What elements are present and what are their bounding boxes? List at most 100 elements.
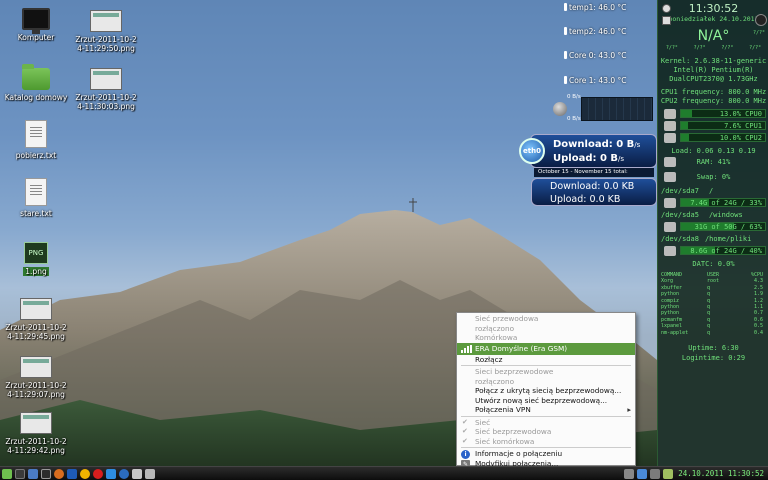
desktop-icon-label: stare.txt xyxy=(20,209,52,218)
menu-item-enable-wireless[interactable]: ✔ Sieć bezprzewodowa xyxy=(457,427,635,437)
menu-item-enable-mobile[interactable]: ✔ Sieć komórkowa xyxy=(457,437,635,447)
disk-bar: 7.4G of 24G / 33% xyxy=(680,198,766,207)
disk-usage: 8.6G of 24G / 40% xyxy=(690,247,762,255)
taskbar-clock[interactable]: 24.10.2011 11:30:52 xyxy=(678,468,764,480)
show-desktop-icon[interactable] xyxy=(15,469,25,479)
forecast-day: ?/?° xyxy=(665,45,678,51)
speed-down-label: 0 B/s xyxy=(567,94,581,100)
weather-temp: N/A° xyxy=(697,28,730,44)
cpu1-frequency: CPU1 frequency: 800.0 MHz xyxy=(660,88,767,96)
tray-icon[interactable] xyxy=(663,469,673,479)
desktop-icon-1png[interactable]: PNG 1.png xyxy=(0,242,72,276)
submenu-arrow-icon: ▸ xyxy=(627,405,631,414)
text-file-icon xyxy=(25,178,47,206)
disk-device: /dev/sda5 xyxy=(661,211,699,219)
thermometer-icon xyxy=(564,76,567,84)
core1-readout: Core 1: 43.0 °C xyxy=(564,76,627,85)
cpu1-value: 7.6% CPU1 xyxy=(724,122,762,130)
writer-icon[interactable] xyxy=(67,469,77,479)
desktop-icon-computer[interactable]: Komputer xyxy=(0,8,72,42)
forecast-day: ?/?° xyxy=(749,45,762,51)
disk-usage: 31G of 50G / 63% xyxy=(694,223,762,231)
chromium-icon[interactable] xyxy=(119,469,129,479)
opera-icon[interactable] xyxy=(93,469,103,479)
hard-drive-icon xyxy=(664,198,676,208)
start-menu-icon[interactable] xyxy=(2,469,12,479)
desktop-icon-label: Zrzut-2011-10-2 4-11:29:42.png xyxy=(5,437,67,455)
hard-drive-icon xyxy=(664,222,676,232)
image-thumbnail-icon xyxy=(20,356,52,378)
tools-icon[interactable] xyxy=(145,469,155,479)
kernel-info: Kernel: 2.6.38-11-generic xyxy=(660,57,767,65)
monitor-icon xyxy=(22,8,50,34)
chip-icon xyxy=(664,109,676,119)
checkmark-icon: ✔ xyxy=(462,436,468,445)
uptime: Uptime: 6:30 xyxy=(688,344,739,352)
enable-wireless-label: Sieć bezprzewodowa xyxy=(475,427,552,436)
image-thumbnail-icon xyxy=(20,412,52,434)
desktop-icon-screenshot-1[interactable]: Zrzut-2011-10-2 4-11:29:50.png xyxy=(70,10,142,53)
network-speed-widget: 0 B/s 0 B/s xyxy=(553,94,655,124)
battery-icon[interactable] xyxy=(624,469,634,479)
vpn-label: Połączenia VPN xyxy=(475,405,531,414)
wired-header: Sieć przewodowa xyxy=(475,314,539,323)
hard-drive-icon xyxy=(664,246,676,256)
conky-time: 11:30:52 xyxy=(688,2,739,15)
menu-item-hidden-wifi[interactable]: Połącz z ukrytą siecią bezprzewodową... xyxy=(457,386,635,396)
forecast-day: ?/?° xyxy=(721,45,734,51)
file-manager-icon[interactable] xyxy=(28,469,38,479)
terminal-icon[interactable] xyxy=(41,469,51,479)
desktop-icon-pobierz[interactable]: pobierz.txt xyxy=(0,120,72,160)
disk-mount: /home/pliki xyxy=(704,235,752,243)
network-tray-icon[interactable] xyxy=(637,469,647,479)
checkmark-icon: ✔ xyxy=(462,427,468,435)
process-list: COMMAND USER %CPU Xorg root 4.3 xbuffer q 2.5 … xyxy=(661,272,767,336)
cpu2-bar: 10.0% CPU2 xyxy=(680,133,766,142)
desktop-icon-label: Zrzut-2011-10-2 4-11:30:03.png xyxy=(75,93,137,111)
total-upload: Upload: 0.0 KB xyxy=(550,194,621,205)
eth0-badge: eth0 xyxy=(519,138,545,164)
menu-item-enable-network[interactable]: ✔ Sieć xyxy=(457,418,635,428)
taskbar: 24.10.2011 11:30:52 xyxy=(0,466,768,480)
chip-icon xyxy=(664,121,676,131)
desktop-icon-stare[interactable]: stare.txt xyxy=(0,178,72,218)
checkmark-icon: ✔ xyxy=(462,417,468,426)
menu-item-era-connection[interactable]: ERA Domyślne (Era GSM) xyxy=(457,342,635,355)
mobile-header: Komórkowa xyxy=(475,333,518,342)
wireless-status: rozłączono xyxy=(475,376,515,386)
desktop-icon-label: pobierz.txt xyxy=(15,151,57,160)
settings-icon[interactable] xyxy=(132,469,142,479)
desktop-icon-label: 1.png xyxy=(23,267,49,276)
thermometer-icon xyxy=(564,51,567,59)
speed-graph xyxy=(581,97,653,121)
volume-icon[interactable] xyxy=(650,469,660,479)
desktop-icon-screenshot-4[interactable]: Zrzut-2011-10-2 4-11:29:07.png xyxy=(0,356,72,399)
desktop-icon-label: Zrzut-2011-10-2 4-11:29:07.png xyxy=(5,381,67,399)
desktop-icon-label: Katalog domowy xyxy=(4,93,68,102)
menu-item-new-wifi[interactable]: Utwórz nową sieć bezprzewodową... xyxy=(457,396,635,406)
skype-icon[interactable] xyxy=(106,469,116,479)
upload-speed: Upload: 0 B xyxy=(553,153,619,164)
core1-value: Core 1: 43.0 °C xyxy=(569,76,627,85)
conky-panel: 11:30:52 poniedziałek 24.10.2011 N/A° ?/… xyxy=(657,0,768,466)
png-badge: PNG xyxy=(28,249,44,257)
download-speed: Download: 0 B xyxy=(553,139,635,150)
ram-usage: RAM: 41% xyxy=(696,158,731,166)
swap-usage: Swap: 0% xyxy=(696,173,731,181)
connection-info-label: Informacje o połączeniu xyxy=(475,449,563,458)
desktop-icon-home[interactable]: Katalog domowy xyxy=(0,64,72,102)
menu-item-vpn[interactable]: Połączenia VPN ▸ xyxy=(457,405,635,415)
sun-icon[interactable] xyxy=(80,469,90,479)
firefox-icon[interactable] xyxy=(54,469,64,479)
load-average: Load: 0.06 0.13 0.19 xyxy=(671,147,756,155)
desktop-icon-screenshot-3[interactable]: Zrzut-2011-10-2 4-11:29:45.png xyxy=(0,298,72,341)
desktop-icon-screenshot-2[interactable]: Zrzut-2011-10-2 4-11:30:03.png xyxy=(70,68,142,111)
cpu-model: DualCPUT2370@ 1.73GHz xyxy=(669,75,758,83)
temp2-value: temp2: 46.0 °C xyxy=(569,27,627,36)
image-thumbnail-icon xyxy=(20,298,52,320)
menu-item-connection-info[interactable]: i Informacje o połączeniu xyxy=(457,449,635,459)
menu-item-disconnect[interactable]: Rozłącz xyxy=(457,355,635,365)
download-unit: /s xyxy=(634,141,641,149)
desktop-icon-screenshot-5[interactable]: Zrzut-2011-10-2 4-11:29:42.png xyxy=(0,412,72,455)
globe-icon xyxy=(553,102,567,116)
